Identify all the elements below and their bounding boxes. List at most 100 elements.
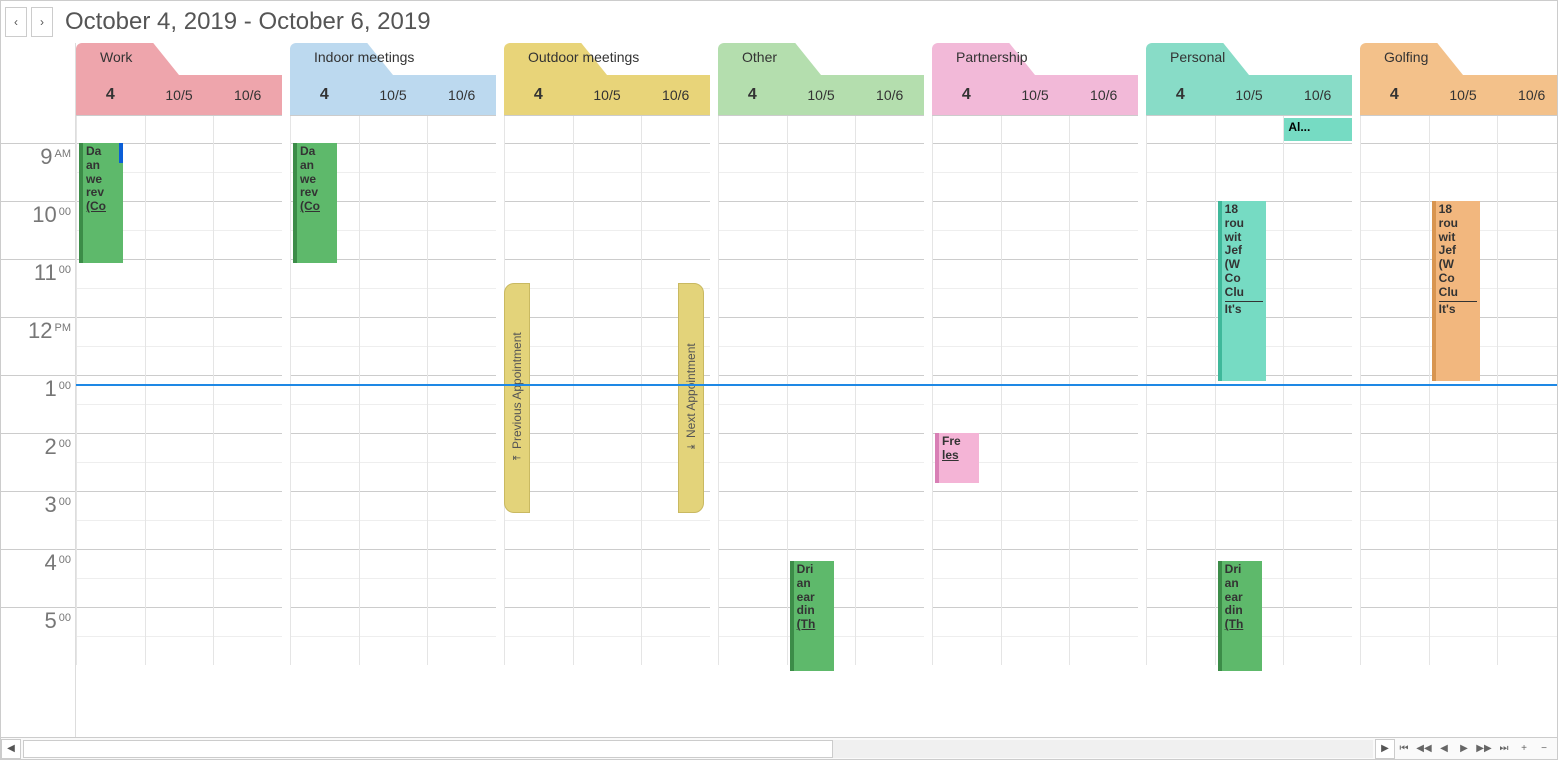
- zoom-out-button[interactable]: −: [1535, 740, 1553, 758]
- day-column[interactable]: [145, 143, 214, 665]
- group-label: Golfing: [1384, 49, 1428, 65]
- next-appointment-pill[interactable]: ⇥Next Appointment: [678, 283, 704, 513]
- nav-back-button[interactable]: ◀: [1435, 740, 1453, 758]
- date-header-cell[interactable]: 10/6: [1497, 75, 1557, 115]
- allday-cell[interactable]: [787, 116, 856, 143]
- appointment[interactable]: 18rouwitJef(WCoCluIt's: [1432, 201, 1480, 381]
- allday-cell[interactable]: [1001, 116, 1070, 143]
- date-header-cell[interactable]: 10/6: [427, 75, 496, 115]
- date-header-cell[interactable]: 4: [718, 75, 787, 115]
- day-column[interactable]: [359, 143, 428, 665]
- date-header-cell[interactable]: 10/5: [573, 75, 642, 115]
- allday-event[interactable]: Al...: [1284, 118, 1352, 141]
- day-column[interactable]: 18rouwitJef(WCoCluIt'sDrianeardin(Th: [1215, 143, 1284, 665]
- nav-last-button[interactable]: ⏭: [1495, 740, 1513, 758]
- nav-fastfwd-button[interactable]: ▶▶: [1475, 740, 1493, 758]
- scroll-right-button[interactable]: ▶: [1375, 739, 1395, 759]
- day-column[interactable]: [855, 143, 924, 665]
- date-header-cell[interactable]: 4: [504, 75, 573, 115]
- date-header-cell[interactable]: 4: [76, 75, 145, 115]
- allday-cell[interactable]: [359, 116, 428, 143]
- day-column[interactable]: [1146, 143, 1215, 665]
- zoom-in-button[interactable]: +: [1515, 740, 1533, 758]
- day-column[interactable]: Freles: [932, 143, 1001, 665]
- group-tab[interactable]: Indoor meetings: [290, 43, 496, 75]
- day-column[interactable]: [1360, 143, 1429, 665]
- day-column[interactable]: [1001, 143, 1070, 665]
- allday-cell[interactable]: [290, 116, 359, 143]
- date-header-cell[interactable]: 10/5: [1001, 75, 1070, 115]
- allday-cell[interactable]: [1146, 116, 1215, 143]
- day-column[interactable]: [1069, 143, 1138, 665]
- time-ruler: 9AM1000110012PM100200300400500: [1, 43, 76, 737]
- group-label: Outdoor meetings: [528, 49, 639, 65]
- appointment[interactable]: 18rouwitJef(WCoCluIt's: [1218, 201, 1266, 381]
- date-header-cell[interactable]: 10/5: [359, 75, 428, 115]
- group-tab[interactable]: Personal: [1146, 43, 1352, 75]
- allday-cell[interactable]: [573, 116, 642, 143]
- scroll-track[interactable]: [23, 740, 1373, 758]
- scroll-left-button[interactable]: ◀: [1, 739, 21, 759]
- nav-forward-button[interactable]: ▶: [1455, 740, 1473, 758]
- group-outdoor: Outdoor meetings 410/510/6 ⇤Previous Appoi…: [504, 43, 718, 737]
- date-header-cell[interactable]: 10/5: [1429, 75, 1498, 115]
- day-column[interactable]: [573, 143, 642, 665]
- allday-cell[interactable]: Al...: [1283, 116, 1352, 143]
- scroll-thumb[interactable]: [23, 740, 833, 758]
- date-header-cell[interactable]: 10/6: [641, 75, 710, 115]
- appointment[interactable]: Drianeardin(Th: [790, 561, 834, 671]
- group-tab[interactable]: Work: [76, 43, 282, 75]
- group-tab[interactable]: Other: [718, 43, 924, 75]
- date-header-cell[interactable]: 4: [932, 75, 1001, 115]
- appointment[interactable]: Freles: [935, 433, 979, 483]
- date-header-cell[interactable]: 10/5: [787, 75, 856, 115]
- date-header-cell[interactable]: 10/5: [145, 75, 214, 115]
- nav-fastback-button[interactable]: ◀◀: [1415, 740, 1433, 758]
- date-header-cell[interactable]: 10/6: [213, 75, 282, 115]
- day-column[interactable]: [1283, 143, 1352, 665]
- allday-cell[interactable]: [1497, 116, 1557, 143]
- prev-date-button[interactable]: ‹: [5, 7, 27, 37]
- day-column[interactable]: [1497, 143, 1557, 665]
- previous-appointment-pill[interactable]: ⇤Previous Appointment: [504, 283, 530, 513]
- allday-cell[interactable]: [1360, 116, 1429, 143]
- date-header-cell[interactable]: 10/5: [1215, 75, 1284, 115]
- allday-cell[interactable]: [213, 116, 282, 143]
- date-header-cell[interactable]: 10/6: [1069, 75, 1138, 115]
- appointment[interactable]: Daanwerev(Co: [293, 143, 337, 263]
- allday-cell[interactable]: [145, 116, 214, 143]
- day-column[interactable]: [427, 143, 496, 665]
- allday-cell[interactable]: [1069, 116, 1138, 143]
- group-label: Work: [100, 49, 132, 65]
- next-date-button[interactable]: ›: [31, 7, 53, 37]
- scheduler-frame: ‹ › October 4, 2019 - October 6, 2019 9A…: [0, 0, 1558, 760]
- allday-cell[interactable]: [76, 116, 145, 143]
- group-tab[interactable]: Golfing: [1360, 43, 1557, 75]
- allday-row: Al...: [1146, 115, 1352, 143]
- day-column[interactable]: 18rouwitJef(WCoCluIt's: [1429, 143, 1498, 665]
- nav-first-button[interactable]: ⏮: [1395, 740, 1413, 758]
- day-column[interactable]: [718, 143, 787, 665]
- day-column[interactable]: Drianeardin(Th: [787, 143, 856, 665]
- group-tab[interactable]: Outdoor meetings: [504, 43, 710, 75]
- allday-cell[interactable]: [641, 116, 710, 143]
- allday-cell[interactable]: [1429, 116, 1498, 143]
- date-header-cell[interactable]: 10/6: [855, 75, 924, 115]
- appointment[interactable]: Drianeardin(Th: [1218, 561, 1262, 671]
- day-column[interactable]: Daanwerev(Co: [290, 143, 359, 665]
- day-column[interactable]: Daanwerev(Co: [76, 143, 145, 665]
- allday-cell[interactable]: [932, 116, 1001, 143]
- allday-cell[interactable]: [718, 116, 787, 143]
- date-header-cell[interactable]: 10/6: [1283, 75, 1352, 115]
- allday-cell[interactable]: [427, 116, 496, 143]
- date-header-cell[interactable]: 4: [1146, 75, 1215, 115]
- allday-cell[interactable]: [504, 116, 573, 143]
- group-tab[interactable]: Partnership: [932, 43, 1138, 75]
- day-column[interactable]: [213, 143, 282, 665]
- allday-cell[interactable]: [1215, 116, 1284, 143]
- date-header-cell[interactable]: 4: [1360, 75, 1429, 115]
- appointment[interactable]: Daanwerev(Co: [79, 143, 123, 263]
- allday-cell[interactable]: [855, 116, 924, 143]
- date-header-cell[interactable]: 4: [290, 75, 359, 115]
- group-label: Other: [742, 49, 777, 65]
